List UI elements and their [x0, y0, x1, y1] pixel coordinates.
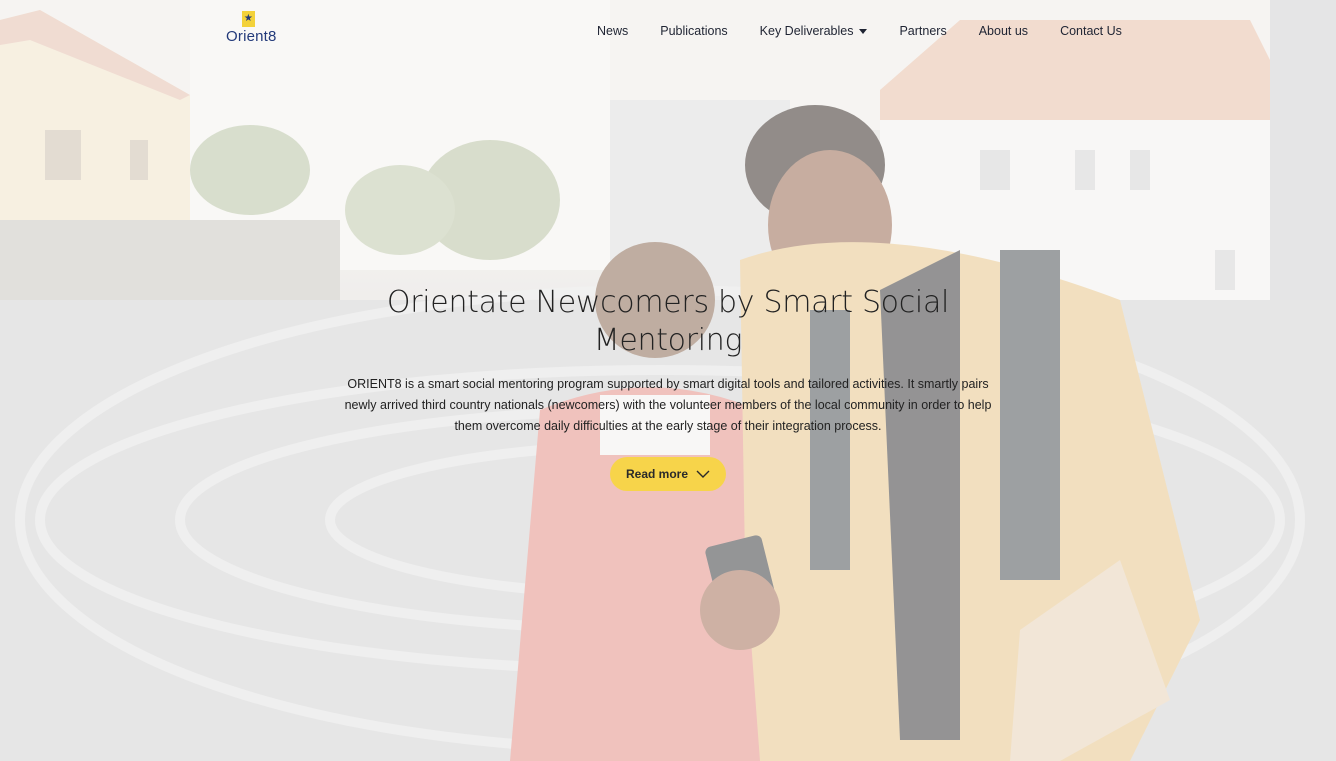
nav-link-label: News [597, 24, 629, 38]
hero-title: Orientate Newcomers by Smart Social Ment… [386, 285, 950, 358]
nav-link-news[interactable]: News [597, 24, 628, 38]
nav-link-label: Contact Us [1060, 24, 1122, 38]
nav-link-label: About us [978, 24, 1029, 38]
main-nav: News Publications Key Deliverables Partn… [597, 24, 1122, 38]
nav-link-contact-us[interactable]: Contact Us [1060, 24, 1122, 38]
chevron-down-icon [696, 470, 710, 478]
nav-dropdown-key-deliverables[interactable]: Key Deliverables [760, 24, 868, 38]
nav-link-partners[interactable]: Partners [899, 24, 946, 38]
nav-link-label: Partners [899, 24, 947, 38]
hero-description: ORIENT8 is a smart social mentoring prog… [344, 377, 992, 433]
navbar: ★ Orient8 News Publications Key Delivera… [0, 0, 1336, 64]
logo-text: Orient8 [226, 28, 277, 45]
logo-wordmark: ★ Orient8 [226, 11, 277, 45]
nav-link-label: Key Deliverables [759, 24, 854, 38]
logo-star-icon: ★ [242, 11, 255, 27]
nav-link-label: Publications [660, 24, 728, 38]
site-logo[interactable]: ★ Orient8 [226, 11, 277, 45]
nav-link-publications[interactable]: Publications [660, 24, 727, 38]
caret-down-icon [859, 29, 868, 34]
nav-link-about-us[interactable]: About us [979, 24, 1028, 38]
read-more-label: Read more [625, 467, 689, 481]
page: ★ Orient8 News Publications Key Delivera… [0, 0, 1336, 761]
hero-section: Orientate Newcomers by Smart Social Ment… [0, 284, 1336, 491]
read-more-button[interactable]: Read more [609, 457, 727, 491]
